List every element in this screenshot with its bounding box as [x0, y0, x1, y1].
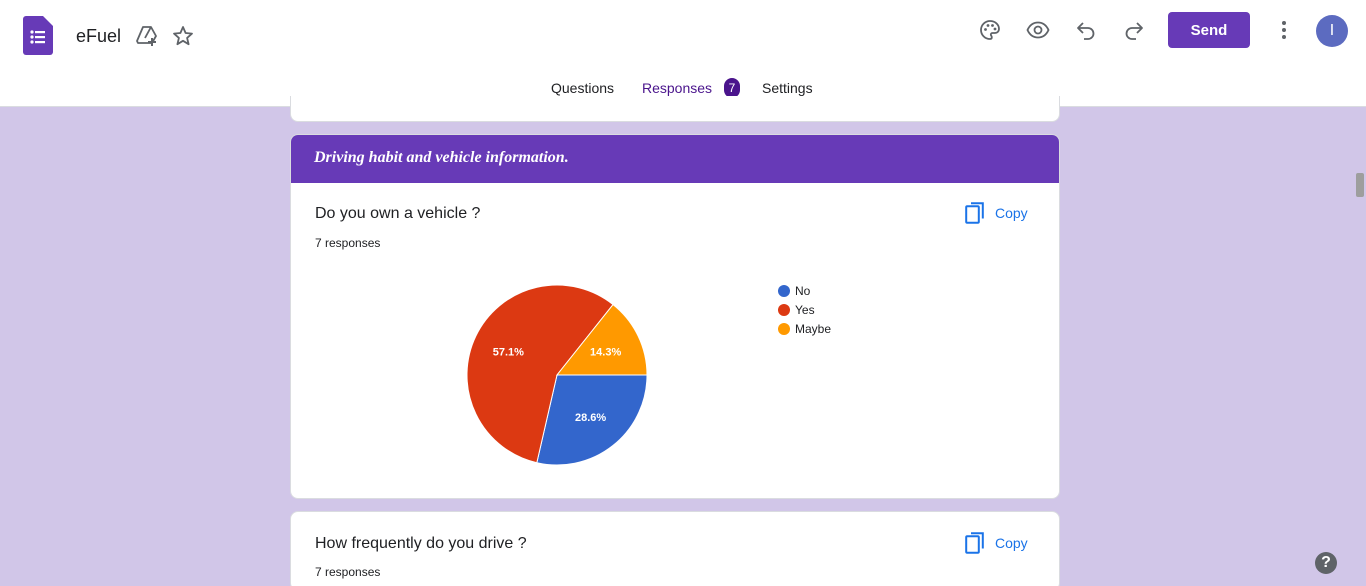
copy-chart-button[interactable]: Copy: [965, 201, 1028, 225]
undo-icon[interactable]: [1074, 18, 1098, 42]
pie-label-yes: 57.1%: [493, 347, 524, 359]
copy-label: Copy: [995, 205, 1028, 221]
tab-settings[interactable]: Settings: [762, 80, 813, 96]
tab-responses[interactable]: Responses: [642, 80, 712, 96]
redo-icon[interactable]: [1122, 18, 1146, 42]
copy-icon: [965, 202, 984, 224]
legend-label-maybe: Maybe: [795, 322, 832, 336]
top-bar: eFuel Send I Questions Responses 7 Setti…: [0, 0, 1366, 107]
form-title[interactable]: eFuel: [76, 26, 121, 47]
copy-icon: [965, 532, 984, 554]
response-count: 7 responses: [315, 236, 381, 250]
palette-icon[interactable]: [978, 18, 1002, 42]
legend-item-yes: Yes: [778, 303, 815, 317]
question-title: Do you own a vehicle ?: [315, 205, 481, 222]
add-to-drive-icon[interactable]: [135, 24, 159, 48]
star-icon[interactable]: [171, 24, 195, 48]
legend-swatch-yes: [778, 304, 790, 316]
question-title: How frequently do you drive ?: [315, 535, 527, 552]
avatar[interactable]: I: [1316, 15, 1348, 47]
pie-label-no: 28.6%: [575, 412, 606, 424]
legend-label-yes: Yes: [795, 303, 815, 317]
pie-chart: 28.6% 57.1% 14.3%: [466, 284, 648, 466]
section-title: Driving habit and vehicle information.: [291, 135, 1059, 183]
scrollbar-thumb[interactable]: [1356, 173, 1364, 197]
legend-item-no: No: [778, 284, 810, 298]
copy-label: Copy: [995, 535, 1028, 551]
help-icon[interactable]: ?: [1315, 552, 1337, 574]
send-button[interactable]: Send: [1168, 12, 1250, 48]
legend-swatch-no: [778, 285, 790, 297]
legend-item-maybe: Maybe: [778, 322, 831, 336]
legend-label-no: No: [795, 284, 811, 298]
previous-card: [290, 96, 1060, 122]
preview-eye-icon[interactable]: [1026, 18, 1050, 42]
more-vert-icon[interactable]: [1272, 18, 1296, 42]
response-count: 7 responses: [315, 565, 381, 579]
forms-logo-icon[interactable]: [23, 16, 53, 55]
response-card-frequency: How frequently do you drive ? 7 response…: [290, 511, 1060, 586]
copy-chart-button[interactable]: Copy: [965, 531, 1028, 555]
pie-label-maybe: 14.3%: [590, 347, 621, 359]
legend-swatch-maybe: [778, 323, 790, 335]
tab-questions[interactable]: Questions: [551, 80, 614, 96]
response-card-vehicle: Driving habit and vehicle information. D…: [290, 134, 1060, 499]
responses-count-badge: 7: [724, 78, 740, 98]
